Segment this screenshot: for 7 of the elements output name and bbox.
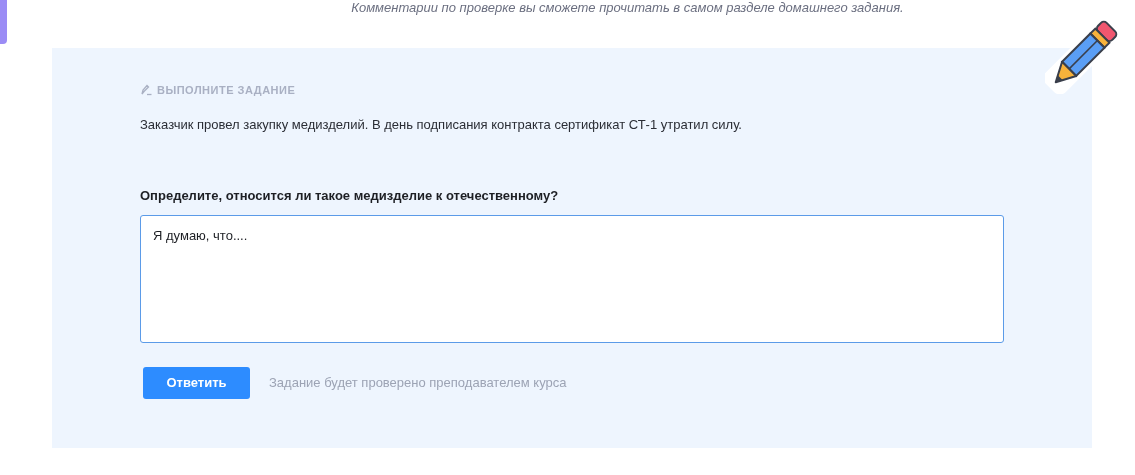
question-text: Определите, относится ли такое медизделие к отечественному? [140,188,560,204]
task-description: Заказчик провел закупку медизделий. В день подписания контракта сертификат СТ-1 утратил силу. [140,117,743,133]
pen-icon [140,84,152,96]
section-heading: ВЫПОЛНИТЕ ЗАДАНИЕ [157,82,296,98]
review-note: Задание будет проверено преподавателем курса [269,374,567,393]
answer-field[interactable]: Я думаю, что.... [140,215,1004,343]
notice-text: Комментарии по проверке вы сможете прочитать в самом разделе домашнего задания. [350,0,904,17]
